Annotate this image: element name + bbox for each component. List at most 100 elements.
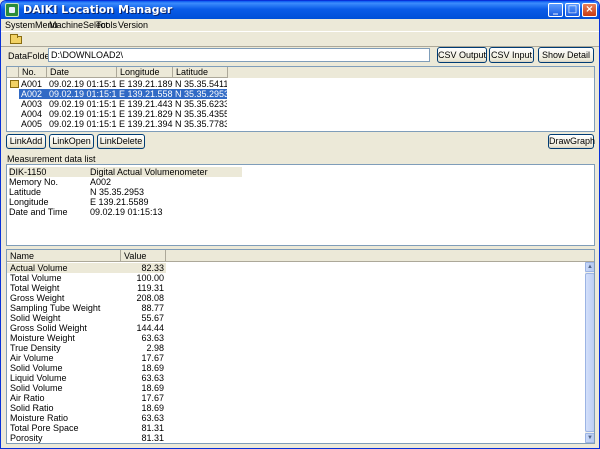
value-number: 18.69	[141, 363, 164, 373]
value-table-row[interactable]: Gross Solid Weight 144.44	[7, 323, 584, 333]
column-header-date[interactable]: Date	[47, 67, 117, 78]
measurement-section-label: Measurement data list	[7, 154, 96, 164]
menu-tools[interactable]: Tools	[96, 19, 117, 31]
column-header-longitude[interactable]: Longitude	[117, 67, 173, 78]
info-key: Memory No.	[9, 177, 59, 187]
data-folder-input[interactable]: D:\DOWNLOAD2\	[48, 48, 430, 62]
value-table-row[interactable]: Air Ratio 17.67	[7, 393, 584, 403]
value-name: Solid Volume	[10, 363, 63, 373]
value-number: 63.63	[141, 373, 164, 383]
cell-no: A004	[21, 109, 43, 119]
cell-longitude: E 139.21.1898	[119, 79, 173, 89]
menu-version[interactable]: Version	[118, 19, 148, 31]
value-number: 63.63	[141, 413, 164, 423]
scroll-thumb[interactable]	[585, 273, 594, 432]
location-row[interactable]: A003 09.02.19 01:15:13 E 139.21.4436 N 3…	[7, 99, 227, 109]
value-number: 88.77	[141, 303, 164, 313]
info-value: A002	[90, 177, 112, 187]
csv-output-button[interactable]: CSV Output	[437, 47, 487, 63]
value-number: 17.67	[141, 353, 164, 363]
values-table[interactable]: Name Value Actual Volume 82.33 Total Volum…	[6, 249, 595, 444]
value-table-row[interactable]: Sampling Tube Weight 88.77	[7, 303, 584, 313]
cell-latitude: N 35.35.2953	[173, 89, 227, 99]
value-name: Liquid Volume	[10, 373, 67, 383]
app-icon	[5, 3, 19, 17]
location-list[interactable]: No. Date Longitude Latitude A001 09.02.1…	[6, 66, 595, 132]
value-table-row[interactable]: Liquid Volume 63.63	[7, 373, 584, 383]
location-row[interactable]: A001 09.02.19 01:15:13 E 139.21.1898 N 3…	[7, 79, 227, 89]
cell-latitude: N 35.35.4355	[175, 109, 227, 119]
show-detail-button[interactable]: Show Detail	[538, 47, 594, 63]
value-name: Air Ratio	[10, 393, 45, 403]
value-name: Moisture Ratio	[10, 413, 69, 423]
close-button[interactable]: ×	[582, 3, 597, 17]
value-table-row[interactable]: Solid Ratio 18.69	[7, 403, 584, 413]
cell-date: 09.02.19 01:15:13	[49, 119, 117, 129]
value-name: Solid Volume	[10, 383, 63, 393]
draw-graph-button[interactable]: DrawGraph	[548, 134, 595, 149]
value-table-row[interactable]: Solid Volume 18.69	[7, 363, 584, 373]
folder-open-icon	[10, 34, 22, 44]
value-name: Air Volume	[10, 353, 54, 363]
value-table-row[interactable]: Total Volume 100.00	[7, 273, 584, 283]
cell-latitude: N 35.35.7783	[175, 119, 227, 129]
value-table-row[interactable]: Porosity 81.31	[7, 433, 584, 443]
title-bar[interactable]: DAIKI Location Manager _ □ ×	[1, 1, 599, 19]
value-number: 81.31	[141, 433, 164, 443]
cell-longitude: E 139.21.8290	[119, 109, 173, 119]
value-table-row[interactable]: Moisture Weight 63.63	[7, 333, 584, 343]
value-name: Porosity	[10, 433, 43, 443]
maximize-button[interactable]: □	[565, 3, 580, 17]
toolbar	[1, 31, 599, 47]
value-table-row[interactable]: Air Volume 17.67	[7, 353, 584, 363]
info-row: Longitude E 139.21.5589	[9, 197, 589, 207]
location-row-selected[interactable]: A002 09.02.19 01:15:13 E 139.21.5589 N 3…	[7, 89, 227, 99]
value-number: 82.33	[121, 263, 166, 273]
value-name: Total Pore Space	[10, 423, 79, 433]
value-table-row[interactable]: Gross Weight 208.08	[7, 293, 584, 303]
cell-longitude: E 139.21.5589	[117, 89, 173, 99]
column-header-latitude[interactable]: Latitude	[173, 67, 228, 78]
value-name: Total Weight	[10, 283, 60, 293]
column-header-no[interactable]: No.	[19, 67, 47, 78]
measurement-info-panel: DIK-1150 Digital Actual Volumenometer Me…	[6, 164, 595, 246]
open-folder-button[interactable]	[9, 33, 24, 46]
value-name: Moisture Weight	[10, 333, 75, 343]
value-name: Solid Weight	[10, 313, 61, 323]
value-table-row[interactable]: Solid Weight 55.67	[7, 313, 584, 323]
value-table-row[interactable]: True Density 2.98	[7, 343, 584, 353]
link-add-button[interactable]: LinkAdd	[6, 134, 46, 149]
link-open-button[interactable]: LinkOpen	[49, 134, 94, 149]
cell-latitude: N 35.35.5411	[175, 79, 227, 89]
value-number: 100.00	[136, 273, 164, 283]
location-row[interactable]: A004 09.02.19 01:15:13 E 139.21.8290 N 3…	[7, 109, 227, 119]
info-value: Digital Actual Volumenometer	[90, 167, 208, 177]
vertical-scrollbar[interactable]: ▲ ▼	[585, 262, 594, 443]
value-table-row[interactable]: Actual Volume 82.33	[7, 263, 584, 273]
scroll-down-arrow-icon[interactable]: ▼	[585, 433, 594, 443]
scroll-up-arrow-icon[interactable]: ▲	[585, 262, 594, 272]
value-name: Sampling Tube Weight	[10, 303, 101, 313]
current-row-marker-icon	[10, 80, 19, 88]
value-number: 144.44	[136, 323, 164, 333]
info-value: N 35.35.2953	[90, 187, 145, 197]
location-row[interactable]: A005 09.02.19 01:15:13 E 139.21.3948 N 3…	[7, 119, 227, 129]
value-table-row[interactable]: Total Pore Space 81.31	[7, 423, 584, 433]
column-header-name[interactable]: Name	[7, 250, 121, 262]
info-row: Date and Time 09.02.19 01:15:13	[9, 207, 589, 217]
cell-no: A003	[21, 99, 43, 109]
value-table-row[interactable]: Moisture Ratio 63.63	[7, 413, 584, 423]
value-number: 55.67	[141, 313, 164, 323]
link-delete-button[interactable]: LinkDelete	[97, 134, 145, 149]
value-table-row[interactable]: Total Weight 119.31	[7, 283, 584, 293]
value-table-row[interactable]: Solid Volume 18.69	[7, 383, 584, 393]
value-number: 208.08	[136, 293, 164, 303]
value-number: 63.63	[141, 333, 164, 343]
csv-input-button[interactable]: CSV Input	[489, 47, 534, 63]
value-number: 17.67	[141, 393, 164, 403]
minimize-button[interactable]: _	[548, 3, 563, 17]
value-name: True Density	[10, 343, 61, 353]
column-header-value[interactable]: Value	[121, 250, 166, 262]
menu-bar: SystemMenu MachineSelect Tools Version	[1, 19, 599, 31]
info-value: 09.02.19 01:15:13	[90, 207, 163, 217]
